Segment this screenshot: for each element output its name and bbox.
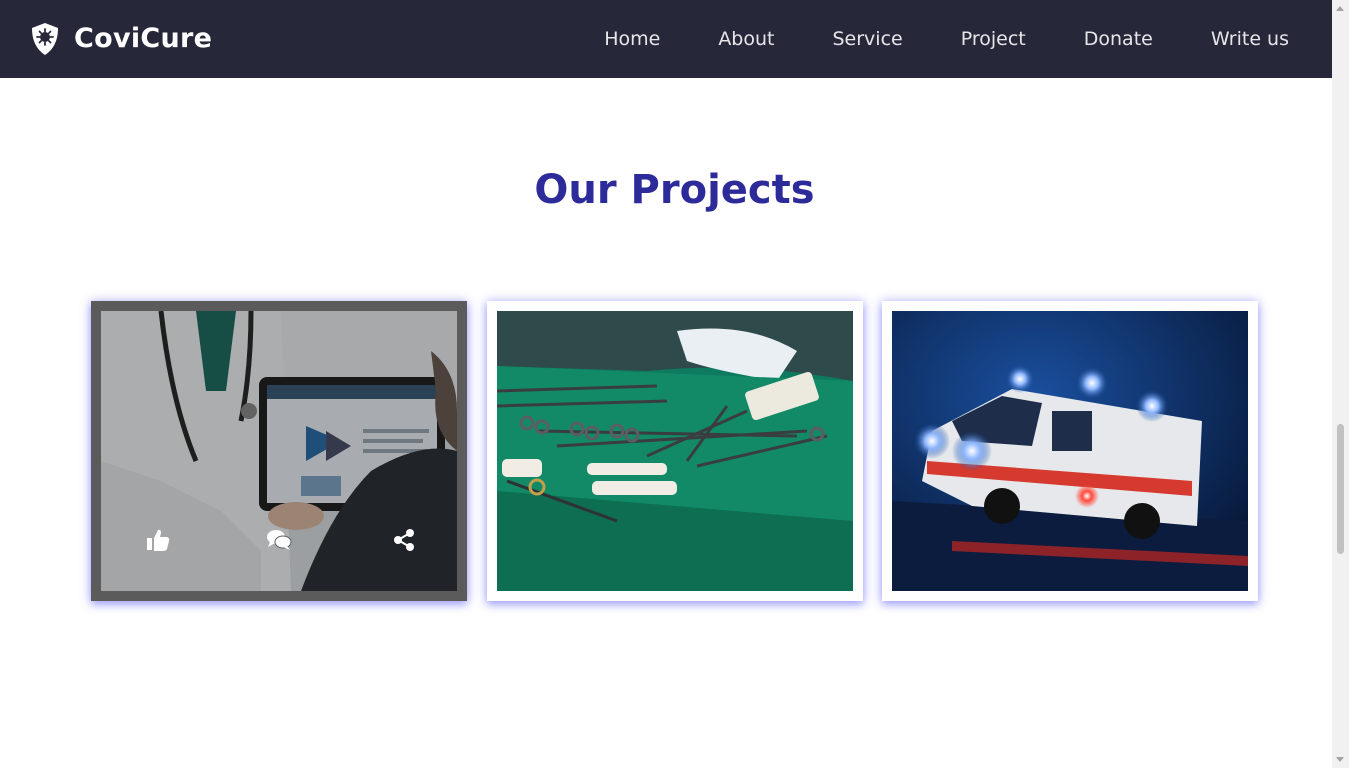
surgical-instruments-photo <box>497 311 853 591</box>
project-card-2[interactable] <box>487 301 863 601</box>
project-card-3[interactable] <box>882 301 1258 601</box>
brand-name: CoviCure <box>74 23 213 54</box>
brand-logo[interactable]: CoviCure <box>30 22 212 56</box>
nav-project[interactable]: Project <box>961 0 1026 78</box>
page: CoviCure Home About Service Project Dona… <box>0 0 1349 768</box>
project-card-1[interactable] <box>91 301 467 601</box>
scroll-down-icon[interactable] <box>1336 757 1344 762</box>
nav-home[interactable]: Home <box>604 0 660 78</box>
nav-about[interactable]: About <box>718 0 774 78</box>
shield-virus-icon <box>32 23 58 55</box>
card-actions <box>101 527 457 557</box>
scroll-thumb[interactable] <box>1337 424 1344 554</box>
nav-service[interactable]: Service <box>833 0 903 78</box>
navbar: CoviCure Home About Service Project Dona… <box>0 0 1349 78</box>
main-nav: Home About Service Project Donate Write … <box>546 0 1289 78</box>
ambulance-night-photo <box>892 311 1248 591</box>
section-title: Our Projects <box>534 167 815 213</box>
page-scrollbar[interactable] <box>1332 0 1349 768</box>
nav-write-us[interactable]: Write us <box>1211 0 1289 78</box>
scroll-up-icon[interactable] <box>1336 6 1344 11</box>
thumbs-up-icon[interactable] <box>145 527 171 553</box>
nav-donate[interactable]: Donate <box>1084 0 1153 78</box>
share-icon[interactable] <box>391 527 417 553</box>
comments-icon[interactable] <box>266 527 292 553</box>
